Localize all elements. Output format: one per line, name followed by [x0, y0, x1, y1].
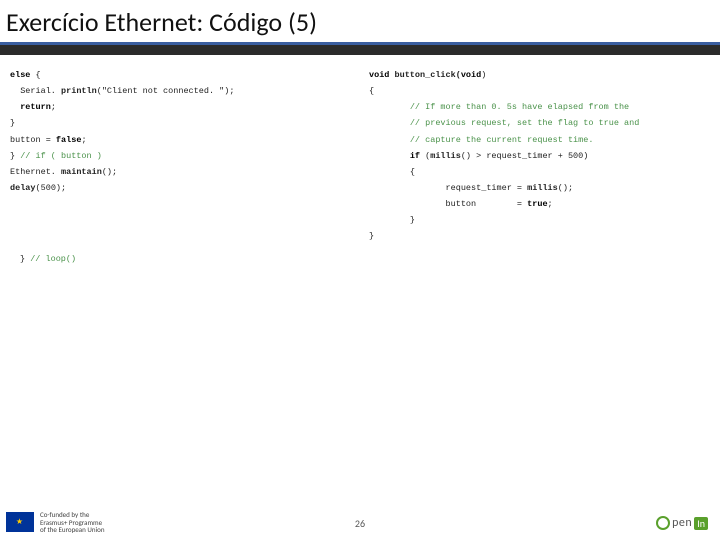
kw-void: void	[369, 70, 389, 80]
fn-millis: millis	[430, 151, 461, 161]
code-columns: else { Serial. println("Client not conne…	[10, 67, 710, 245]
kw-if: if	[410, 151, 420, 161]
page-title: Exercício Ethernet: Código (5)	[0, 0, 720, 38]
title-subrule	[0, 45, 720, 55]
text: ;	[81, 135, 86, 145]
fn-maintain: maintain	[61, 167, 102, 177]
kw-true: true	[527, 199, 547, 209]
kw-else: else	[10, 70, 30, 80]
eu-text: Co-funded by the Erasmus+ Programme of t…	[40, 511, 105, 534]
comment: // previous request, set the flag to tru…	[410, 118, 640, 128]
text: )	[481, 70, 486, 80]
text: {	[410, 167, 415, 177]
text: }	[10, 151, 20, 161]
slide: Exercício Ethernet: Código (5) else { Se…	[0, 0, 720, 540]
text: {	[369, 86, 374, 96]
text: request_timer =	[446, 183, 528, 193]
code-right: void button_click(void) { // If more tha…	[369, 67, 710, 245]
text: ;	[51, 102, 56, 112]
fn-millis: millis	[527, 183, 558, 193]
code-left: else { Serial. println("Client not conne…	[10, 67, 351, 245]
text: ("Client not connected. ");	[97, 86, 235, 96]
logo-in: In	[694, 517, 708, 530]
fn-delay: delay	[10, 183, 36, 193]
eu-flag-icon	[6, 512, 34, 532]
text: button =	[10, 135, 56, 145]
text: button =	[446, 199, 528, 209]
eu-line: of the European Union	[40, 526, 105, 534]
kw-return: return	[20, 102, 51, 112]
footer: Co-funded by the Erasmus+ Programme of t…	[0, 496, 720, 540]
ring-icon	[656, 516, 670, 530]
comment-loop: // loop()	[30, 254, 76, 264]
comment: // capture the current request time.	[410, 135, 594, 145]
openin-logo: pen In	[656, 516, 708, 530]
text: (500);	[36, 183, 67, 193]
text: }	[369, 231, 374, 241]
text: Ethernet.	[10, 167, 61, 177]
logo-pen: pen	[672, 516, 692, 530]
kw-void: void	[461, 70, 481, 80]
fn-button-click: button_click(	[389, 70, 460, 80]
text: ();	[102, 167, 117, 177]
text: }	[410, 215, 415, 225]
text: (	[420, 151, 430, 161]
eu-badge: Co-funded by the Erasmus+ Programme of t…	[6, 511, 105, 534]
text: }	[20, 254, 30, 264]
page-number: 26	[355, 517, 365, 530]
comment-if-button: // if ( button )	[20, 151, 102, 161]
text: {	[30, 70, 40, 80]
text: ();	[558, 183, 573, 193]
code-closer: } // loop()	[10, 251, 710, 267]
text: ;	[548, 199, 553, 209]
text: }	[10, 118, 15, 128]
content-area: else { Serial. println("Client not conne…	[0, 55, 720, 267]
kw-false: false	[56, 135, 82, 145]
comment: // If more than 0. 5s have elapsed from …	[410, 102, 629, 112]
text: () > request_timer + 500)	[461, 151, 589, 161]
fn-println: println	[61, 86, 97, 96]
text: Serial.	[20, 86, 61, 96]
